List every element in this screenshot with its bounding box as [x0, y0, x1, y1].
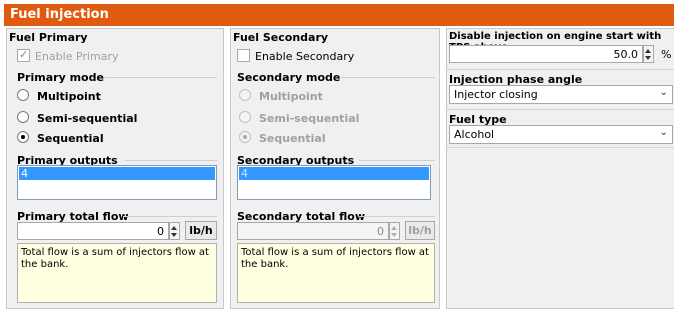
secondary-mode-semi-sequential-radio[interactable] [239, 111, 251, 123]
primary-unit-button[interactable]: lb/h [185, 221, 217, 240]
primary-mode-label: Primary mode [17, 71, 104, 84]
secondary-mode-label: Secondary mode [237, 71, 341, 84]
secondary-mode-multipoint-radio[interactable] [239, 89, 251, 101]
primary-output-item[interactable]: 4 [19, 167, 215, 180]
secondary-unit-button[interactable]: lb/h [405, 221, 435, 240]
primary-total-flow-spinner[interactable] [169, 222, 180, 240]
spin-down-icon[interactable] [171, 233, 177, 237]
spin-up-icon[interactable] [645, 49, 651, 53]
secondary-mode-sequential-label: Sequential [259, 132, 326, 145]
fuel-type-select[interactable]: Alcohol ⌄ [449, 125, 673, 144]
primary-mode-semi-sequential-label: Semi-sequential [37, 112, 138, 125]
secondary-outputs-list[interactable]: 4 [237, 165, 431, 200]
primary-outputs-divider [125, 160, 217, 161]
phase-angle-value: Injector closing [454, 88, 538, 101]
primary-flow-note: Total flow is a sum of injectors flow at… [17, 243, 217, 303]
injection-settings-panel: Disable injection on engine start with T… [446, 28, 674, 309]
secondary-mode-sequential-radio[interactable] [239, 131, 251, 143]
primary-mode-semi-sequential-radio[interactable] [17, 111, 29, 123]
fuel-type-value: Alcohol [454, 128, 495, 141]
primary-total-flow-input[interactable]: 0 [17, 222, 169, 240]
fuel-secondary-panel: Fuel Secondary Enable Secondary Secondar… [230, 28, 440, 309]
disable-tps-unit: % [661, 48, 672, 61]
primary-mode-divider [105, 77, 217, 78]
secondary-total-flow-input[interactable]: 0 [237, 222, 389, 240]
spin-down-icon[interactable] [391, 233, 397, 237]
primary-total-flow-divider [123, 216, 217, 217]
secondary-outputs-divider [359, 160, 435, 161]
secondary-mode-semi-sequential-label: Semi-sequential [259, 112, 360, 125]
spin-up-icon[interactable] [171, 226, 177, 230]
secondary-mode-divider [341, 77, 435, 78]
enable-secondary-label: Enable Secondary [255, 50, 355, 63]
separator [447, 109, 674, 110]
enable-primary-label: Enable Primary [35, 50, 119, 63]
primary-mode-multipoint-label: Multipoint [37, 90, 101, 103]
spin-up-icon[interactable] [391, 226, 397, 230]
secondary-total-flow-divider [359, 216, 435, 217]
fuel-primary-panel: Fuel Primary Enable Primary Primary mode… [6, 28, 224, 309]
primary-outputs-list[interactable]: 4 [17, 165, 217, 200]
secondary-mode-multipoint-label: Multipoint [259, 90, 323, 103]
separator [447, 69, 674, 70]
disable-tps-spinner[interactable] [643, 45, 654, 63]
separator [447, 147, 674, 148]
secondary-output-item[interactable]: 4 [239, 167, 429, 180]
chevron-down-icon: ⌄ [659, 87, 668, 98]
primary-mode-sequential-radio[interactable] [17, 131, 29, 143]
phase-angle-select[interactable]: Injector closing ⌄ [449, 85, 673, 104]
spin-down-icon[interactable] [645, 56, 651, 60]
secondary-flow-note: Total flow is a sum of injectors flow at… [237, 243, 435, 303]
disable-tps-input[interactable]: 50.0 [449, 45, 643, 63]
primary-mode-sequential-label: Sequential [37, 132, 104, 145]
primary-mode-multipoint-radio[interactable] [17, 89, 29, 101]
chevron-down-icon: ⌄ [659, 127, 668, 138]
secondary-header: Fuel Secondary [233, 31, 329, 44]
window-title: Fuel injection [4, 4, 674, 26]
primary-header: Fuel Primary [9, 31, 88, 44]
enable-secondary-checkbox[interactable] [237, 49, 250, 62]
secondary-total-flow-spinner[interactable] [389, 222, 400, 240]
enable-primary-checkbox[interactable] [17, 48, 30, 62]
